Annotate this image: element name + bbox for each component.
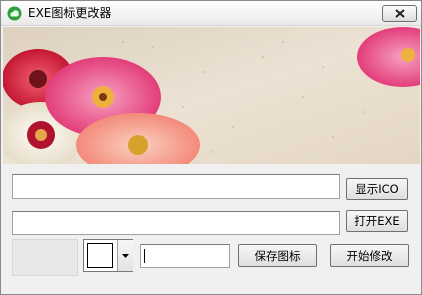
app-icon <box>7 6 22 21</box>
start-modify-button[interactable]: 开始修改 <box>330 244 409 267</box>
title-bar[interactable]: EXE图标更改器 <box>1 1 421 26</box>
dropdown-arrow-icon <box>122 253 129 258</box>
save-icon-button[interactable]: 保存图标 <box>238 244 317 267</box>
ico-path-field[interactable] <box>12 174 340 199</box>
exe-path-field[interactable] <box>12 211 340 235</box>
flower-banner <box>3 27 420 164</box>
color-select[interactable] <box>83 239 133 272</box>
icon-preview <box>12 239 78 276</box>
color-swatch <box>87 243 113 268</box>
open-exe-button[interactable]: 打开EXE <box>346 210 408 232</box>
close-icon <box>394 9 405 18</box>
dropdown-arrow-button[interactable] <box>117 240 133 271</box>
app-window: EXE图标更改器 显示ICO 打开EXE 保存图标 开始修改 <box>0 0 422 295</box>
show-ico-button[interactable]: 显示ICO <box>346 178 408 200</box>
text-caret <box>144 249 145 263</box>
window-title: EXE图标更改器 <box>28 6 112 20</box>
name-input[interactable] <box>140 244 230 268</box>
close-button[interactable] <box>382 5 417 22</box>
